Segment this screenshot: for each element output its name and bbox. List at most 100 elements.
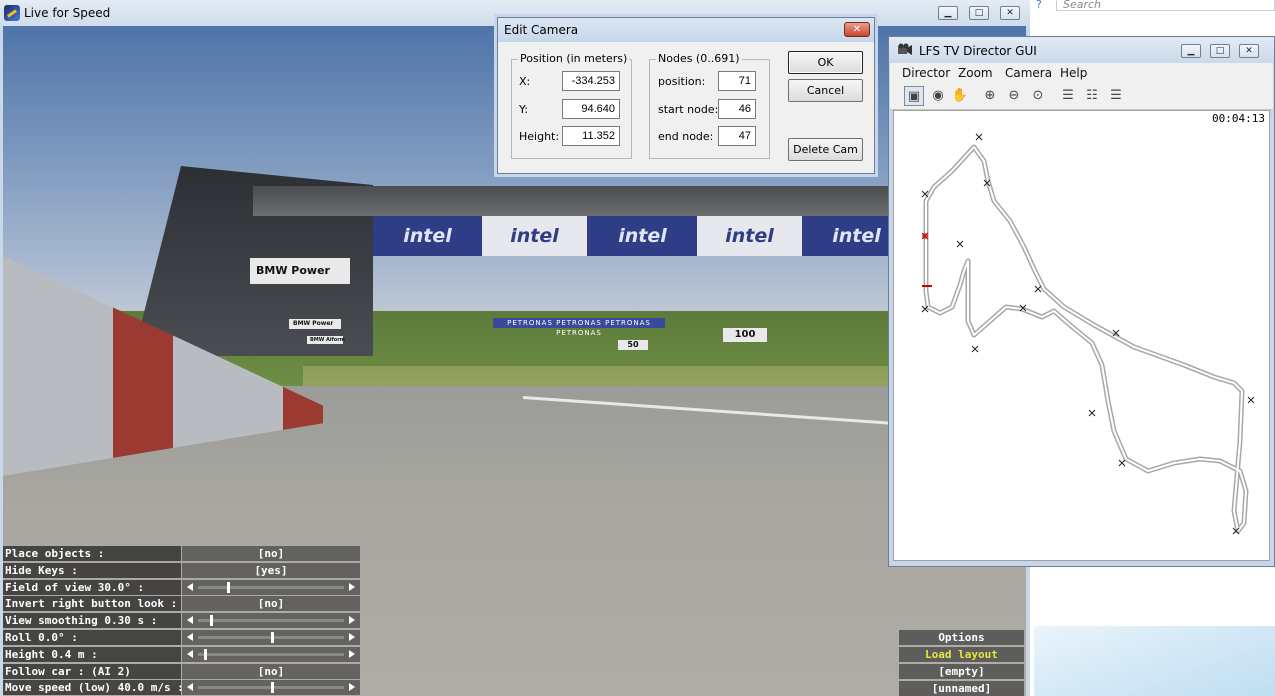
slider-left-arrow-icon[interactable] <box>187 583 193 591</box>
slider-track[interactable] <box>198 615 344 626</box>
option-label: Place objects : <box>3 546 181 561</box>
layout-icon-1[interactable]: ☰ <box>1058 86 1078 106</box>
menu-help[interactable]: Help <box>1060 66 1087 80</box>
x-field[interactable] <box>562 71 620 91</box>
option-label: Height 0.4 m : <box>3 647 181 662</box>
director-toolbar: ▣ ◉ ✋ ⊕ ⊖ ⊙ ☰ ☷ ☰ <box>890 83 1273 110</box>
end-node-label: end node: <box>658 130 714 143</box>
director-close-button[interactable]: ✕ <box>1239 44 1259 58</box>
petronas-banner: PETRONAS PETRONAS PETRONAS PETRONAS <box>493 318 665 337</box>
slider-left-arrow-icon[interactable] <box>187 633 193 641</box>
option-slider[interactable] <box>182 580 360 595</box>
maximize-button[interactable]: □ <box>969 6 989 20</box>
edit-camera-dialog: Edit Camera ✕ Position (in meters) X: Y:… <box>497 17 875 174</box>
distance-marker-100: 100 <box>723 328 767 342</box>
slider-track[interactable] <box>198 632 344 643</box>
slider-right-arrow-icon[interactable] <box>349 683 355 691</box>
ok-button[interactable]: OK <box>788 51 863 74</box>
track-map-canvas[interactable]: 00:04:13 <box>893 110 1270 561</box>
slider-left-arrow-icon[interactable] <box>187 650 193 658</box>
end-node-field[interactable] <box>718 126 756 146</box>
minimize-button[interactable]: ▁ <box>938 6 958 20</box>
menu-director[interactable]: Director <box>902 66 950 80</box>
menu-camera[interactable]: Camera <box>1005 66 1052 80</box>
node-position-label: position: <box>658 75 706 88</box>
position-group-label: Position (in meters) <box>518 52 630 65</box>
menu-zoom[interactable]: Zoom <box>958 66 993 80</box>
slider-thumb[interactable] <box>271 632 274 643</box>
slider-thumb[interactable] <box>227 582 231 593</box>
monitor-icon[interactable]: ▣ <box>904 86 924 106</box>
close-button[interactable]: ✕ <box>1000 6 1020 20</box>
intel-banner: intel <box>482 216 587 256</box>
delete-cam-button[interactable]: Delete Cam <box>788 138 863 161</box>
y-field[interactable] <box>562 99 620 119</box>
cancel-button[interactable]: Cancel <box>788 79 863 102</box>
director-titlebar[interactable]: LFS TV Director GUI ▁ □ ✕ <box>889 37 1274 63</box>
bmw-sign-small: BMW Power <box>289 319 341 329</box>
option-label: Invert right button look : <box>3 596 181 611</box>
option-value[interactable]: [no] <box>182 596 360 611</box>
bmw-sign-small-2: BMW Alform <box>307 336 345 344</box>
layout-icon-2[interactable]: ☷ <box>1082 86 1102 106</box>
edit-camera-close-button[interactable]: ✕ <box>844 22 870 37</box>
director-menubar: Director Zoom Camera Help <box>890 63 1273 83</box>
layout-icon-3[interactable]: ☰ <box>1106 86 1126 106</box>
intel-banner: intel <box>697 216 802 256</box>
options-button[interactable]: Options <box>899 630 1024 645</box>
unnamed-layout-button[interactable]: [unnamed] <box>899 681 1024 696</box>
slider-track[interactable] <box>198 649 344 660</box>
zoom-fit-icon[interactable]: ⊙ <box>1028 86 1048 106</box>
slider-track[interactable] <box>198 582 344 593</box>
option-slider[interactable] <box>182 647 360 662</box>
edit-camera-titlebar[interactable]: Edit Camera ✕ <box>498 18 874 42</box>
director-app-icon <box>898 43 912 55</box>
load-layout-button[interactable]: Load layout <box>899 647 1024 662</box>
background-help-icon[interactable]: ? <box>1036 0 1050 10</box>
slider-left-arrow-icon[interactable] <box>187 683 193 691</box>
zoom-out-icon[interactable]: ⊖ <box>1004 86 1024 106</box>
director-window: LFS TV Director GUI ▁ □ ✕ Director Zoom … <box>888 36 1275 567</box>
slider-right-arrow-icon[interactable] <box>349 583 355 591</box>
option-slider[interactable] <box>182 613 360 628</box>
option-slider[interactable] <box>182 630 360 645</box>
option-slider[interactable] <box>182 680 360 695</box>
slider-right-arrow-icon[interactable] <box>349 616 355 624</box>
edit-camera-title: Edit Camera <box>504 23 579 37</box>
slider-left-arrow-icon[interactable] <box>187 616 193 624</box>
director-title: LFS TV Director GUI <box>919 44 1037 58</box>
option-label: Move speed (low) 40.0 m/s : <box>3 680 184 695</box>
option-label: Roll 0.0° : <box>3 630 181 645</box>
start-node-label: start node: <box>658 103 719 116</box>
slider-track[interactable] <box>198 682 344 693</box>
y-label: Y: <box>519 103 528 116</box>
option-value[interactable]: [yes] <box>182 563 360 578</box>
slider-thumb[interactable] <box>203 649 207 660</box>
option-value[interactable]: [no] <box>182 664 360 679</box>
director-minimize-button[interactable]: ▁ <box>1181 44 1201 58</box>
option-label: Field of view 30.0° : <box>3 580 181 595</box>
director-maximize-button[interactable]: □ <box>1210 44 1230 58</box>
empty-layout-button[interactable]: [empty] <box>899 664 1024 679</box>
slider-thumb[interactable] <box>209 615 213 626</box>
track-map[interactable] <box>894 111 1269 560</box>
distance-marker-50: 50 <box>618 340 648 350</box>
background-search-input[interactable]: Search <box>1056 0 1275 11</box>
height-label: Height: <box>519 130 560 143</box>
slider-thumb[interactable] <box>271 682 274 693</box>
zoom-in-icon[interactable]: ⊕ <box>980 86 1000 106</box>
height-field[interactable] <box>562 126 620 146</box>
option-value[interactable]: [no] <box>182 546 360 561</box>
start-node-field[interactable] <box>718 99 756 119</box>
selected-camera-marker[interactable] <box>921 232 929 240</box>
intel-banner: intel <box>375 216 480 256</box>
hand-icon[interactable]: ✋ <box>950 86 970 106</box>
node-position-field[interactable] <box>718 71 756 91</box>
option-label: Hide Keys : <box>3 563 181 578</box>
background-decoration <box>1034 626 1275 696</box>
intel-banner: intel <box>590 216 695 256</box>
camera-icon[interactable]: ◉ <box>928 86 948 106</box>
slider-right-arrow-icon[interactable] <box>349 650 355 658</box>
option-label: Follow car : (AI 2) <box>3 664 181 679</box>
slider-right-arrow-icon[interactable] <box>349 633 355 641</box>
